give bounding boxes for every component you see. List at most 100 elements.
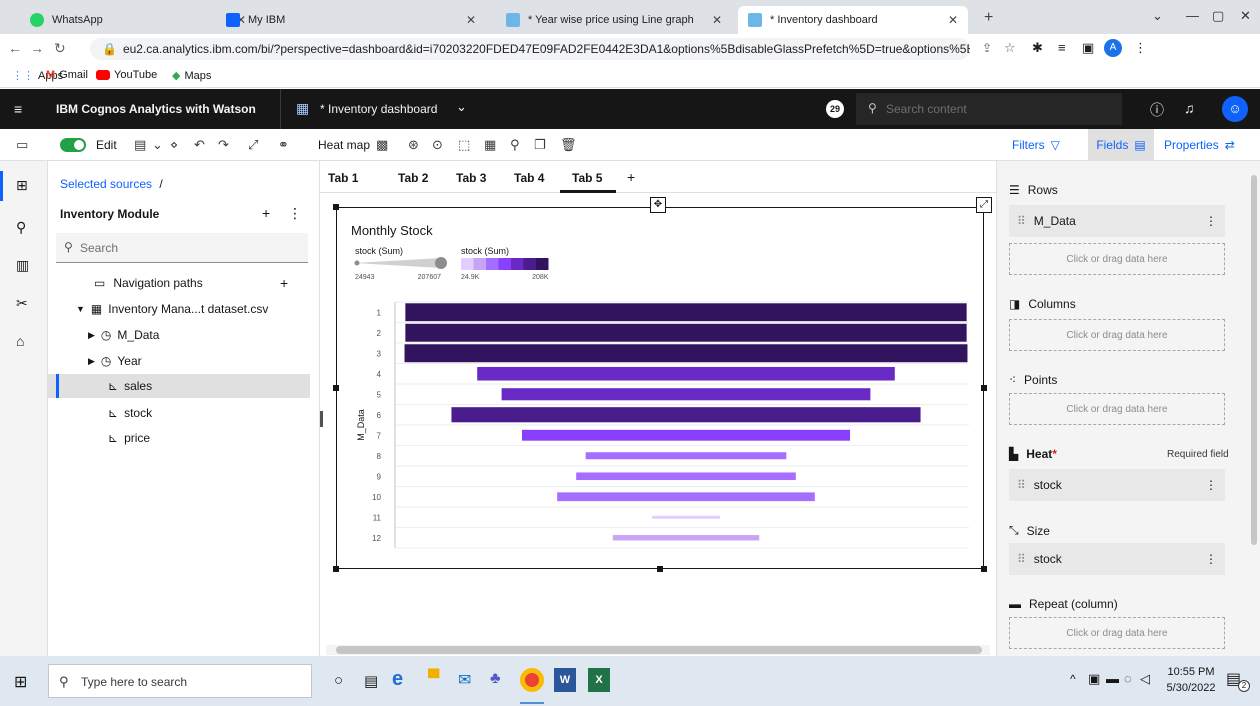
clock-time[interactable]: 10:55 PM xyxy=(1164,666,1218,678)
tree-item-price[interactable]: ⊾ price xyxy=(48,426,310,450)
heatmap-widget[interactable]: Monthly Stock stock (Sum) 24943 207607 stock… xyxy=(336,207,984,569)
redo-icon[interactable]: ↷ xyxy=(218,137,229,153)
reading-list-icon[interactable]: ≡ xyxy=(1058,40,1066,55)
excel-icon[interactable]: X xyxy=(588,668,610,692)
minimize-icon[interactable]: — xyxy=(1186,8,1199,23)
delete-icon[interactable]: 🗑 xyxy=(560,137,577,153)
battery-icon[interactable]: ▬ xyxy=(1106,671,1119,686)
taskbar-search-input[interactable]: ⚲ Type here to search xyxy=(48,664,312,698)
horizontal-scrollbar[interactable] xyxy=(326,645,990,655)
add-icon[interactable]: + xyxy=(262,205,270,221)
clock-date[interactable]: 5/30/2022 xyxy=(1164,682,1218,694)
expand-icon[interactable]: ⤢ xyxy=(248,137,258,153)
maximize-icon[interactable]: ▢ xyxy=(1212,8,1224,24)
heatmap-icon[interactable]: ▩ xyxy=(376,137,388,153)
teams-icon[interactable]: ♣ xyxy=(490,670,501,688)
undo-icon[interactable]: ↶ xyxy=(194,137,205,153)
more-options-icon[interactable]: ⋮ xyxy=(1205,552,1217,566)
cortana-icon[interactable]: ○ xyxy=(334,672,343,689)
word-icon[interactable]: W xyxy=(554,668,576,692)
mail-icon[interactable]: ✉ xyxy=(458,670,471,690)
bell-icon[interactable]: ♫ xyxy=(1184,100,1195,116)
chevron-down-icon[interactable]: ⌄ xyxy=(1152,8,1163,24)
bookmark-maps[interactable]: ◆ Maps xyxy=(172,69,211,83)
browser-tab-inventory[interactable]: * Inventory dashboard ✕ xyxy=(738,6,968,34)
search-content-input[interactable]: ⚲ Search content xyxy=(856,93,1122,125)
widgets-icon[interactable]: ⌂ xyxy=(16,333,24,349)
visualizations-icon[interactable]: ▥ xyxy=(16,257,29,274)
profile-avatar[interactable]: A xyxy=(1104,39,1122,57)
focus-icon[interactable]: ⊙ xyxy=(432,137,443,153)
vertical-scrollbar[interactable] xyxy=(1249,161,1259,656)
bookmark-gmail[interactable]: M Gmail xyxy=(46,69,88,81)
resize-handle[interactable] xyxy=(981,566,987,572)
move-icon[interactable]: ✥ xyxy=(650,197,666,213)
breadcrumb[interactable]: Selected sources / xyxy=(60,177,163,191)
select-icon[interactable]: ⬚ xyxy=(458,137,470,153)
close-icon[interactable]: ✕ xyxy=(948,13,958,27)
repeat-drop-zone[interactable]: Click or drag data here xyxy=(1009,617,1225,649)
viz-type-label[interactable]: Heat map xyxy=(318,138,370,152)
rows-drop-zone[interactable]: Click or drag data here xyxy=(1009,243,1225,275)
tree-item-year[interactable]: ▶ ◷ Year xyxy=(48,349,310,373)
chevron-down-icon[interactable]: ⌄ xyxy=(152,137,163,153)
scrollbar-thumb[interactable] xyxy=(1251,175,1257,545)
data-sources-icon[interactable]: ⊞ xyxy=(16,177,28,194)
scrollbar-thumb[interactable] xyxy=(336,646,982,654)
resize-handle[interactable] xyxy=(333,385,339,391)
maximize-widget-icon[interactable]: ⤢ xyxy=(976,197,992,213)
tree-item-m-data[interactable]: ▶ ◷ M_Data xyxy=(48,323,310,347)
browser-tab-year-wise[interactable]: * Year wise price using Line graph ✕ xyxy=(496,6,732,34)
windows-start-icon[interactable]: ⊞ xyxy=(14,672,27,692)
filters-button[interactable]: Filters ▽ xyxy=(1012,129,1060,161)
resize-handle[interactable] xyxy=(981,385,987,391)
palette-icon[interactable]: ⊛ xyxy=(408,137,419,153)
browser-tab-myibm[interactable]: My IBM ✕ xyxy=(216,6,486,34)
bookmark-youtube[interactable]: YouTube xyxy=(96,69,157,81)
more-options-icon[interactable]: ⋮ xyxy=(1205,478,1217,492)
share-icon[interactable]: ⋄ xyxy=(170,137,178,153)
tab-4[interactable]: Tab 4 xyxy=(514,171,544,185)
resize-handle[interactable] xyxy=(333,566,339,572)
wifi-icon[interactable]: ◌ xyxy=(1124,671,1132,686)
new-tab-button[interactable]: + xyxy=(984,9,993,27)
edit-toggle[interactable] xyxy=(60,138,86,152)
columns-drop-zone[interactable]: Click or drag data here xyxy=(1009,319,1225,351)
close-window-icon[interactable]: ✕ xyxy=(1240,8,1251,24)
notification-badge[interactable]: 29 xyxy=(826,100,844,118)
task-view-icon[interactable]: ▤ xyxy=(364,672,378,690)
more-options-icon[interactable]: ⋮ xyxy=(288,205,302,222)
share-icon[interactable]: ⇪ xyxy=(982,41,992,55)
file-explorer-icon[interactable]: ▀ xyxy=(428,670,439,688)
tab-1[interactable]: Tab 1 xyxy=(328,171,358,185)
size-field-pill[interactable]: ⠿ stock ⋮ xyxy=(1009,543,1225,575)
source-search-input[interactable]: ⚲ Search xyxy=(56,233,308,263)
save-icon[interactable]: ▤ xyxy=(134,137,146,153)
url-field[interactable]: 🔒 eu2.ca.analytics.ibm.com/bi/?perspectiv… xyxy=(90,38,970,60)
chevron-up-icon[interactable]: ^ xyxy=(1070,672,1076,686)
tree-item-sales[interactable]: ⊾ sales xyxy=(48,374,310,398)
heat-field-pill[interactable]: ⠿ stock ⋮ xyxy=(1009,469,1225,501)
close-icon[interactable]: ✕ xyxy=(712,13,722,27)
add-tab-button[interactable]: + xyxy=(627,169,635,185)
chrome-icon[interactable] xyxy=(520,668,544,692)
relations-icon[interactable]: ⚭ xyxy=(278,137,289,153)
tree-item-stock[interactable]: ⊾ stock xyxy=(48,401,310,425)
edge-icon[interactable]: e xyxy=(392,668,403,691)
side-panel-icon[interactable]: ▣ xyxy=(1082,40,1094,56)
comment-icon[interactable]: ▭ xyxy=(16,137,28,153)
properties-button[interactable]: Properties ⇄ xyxy=(1164,129,1235,161)
tray-app-icon[interactable]: ▣ xyxy=(1088,671,1100,687)
tree-item-navigation-paths[interactable]: ▭ Navigation paths + xyxy=(48,271,310,295)
copy-icon[interactable]: ❐ xyxy=(534,137,546,153)
resize-handle[interactable] xyxy=(657,566,663,572)
tree-item-dataset[interactable]: ▼ ▦ Inventory Mana...t dataset.csv xyxy=(48,297,310,321)
user-avatar-icon[interactable]: ☺ xyxy=(1222,96,1248,122)
reload-icon[interactable]: ↻ xyxy=(54,40,66,57)
back-icon[interactable]: ← xyxy=(8,40,22,56)
forward-icon[interactable]: → xyxy=(30,40,44,56)
volume-icon[interactable]: ◁ xyxy=(1140,671,1150,687)
menu-dots-icon[interactable]: ⋮ xyxy=(1134,40,1147,56)
rows-field-pill[interactable]: ⠿ M_Data ⋮ xyxy=(1009,205,1225,237)
close-icon[interactable]: ✕ xyxy=(466,13,476,27)
